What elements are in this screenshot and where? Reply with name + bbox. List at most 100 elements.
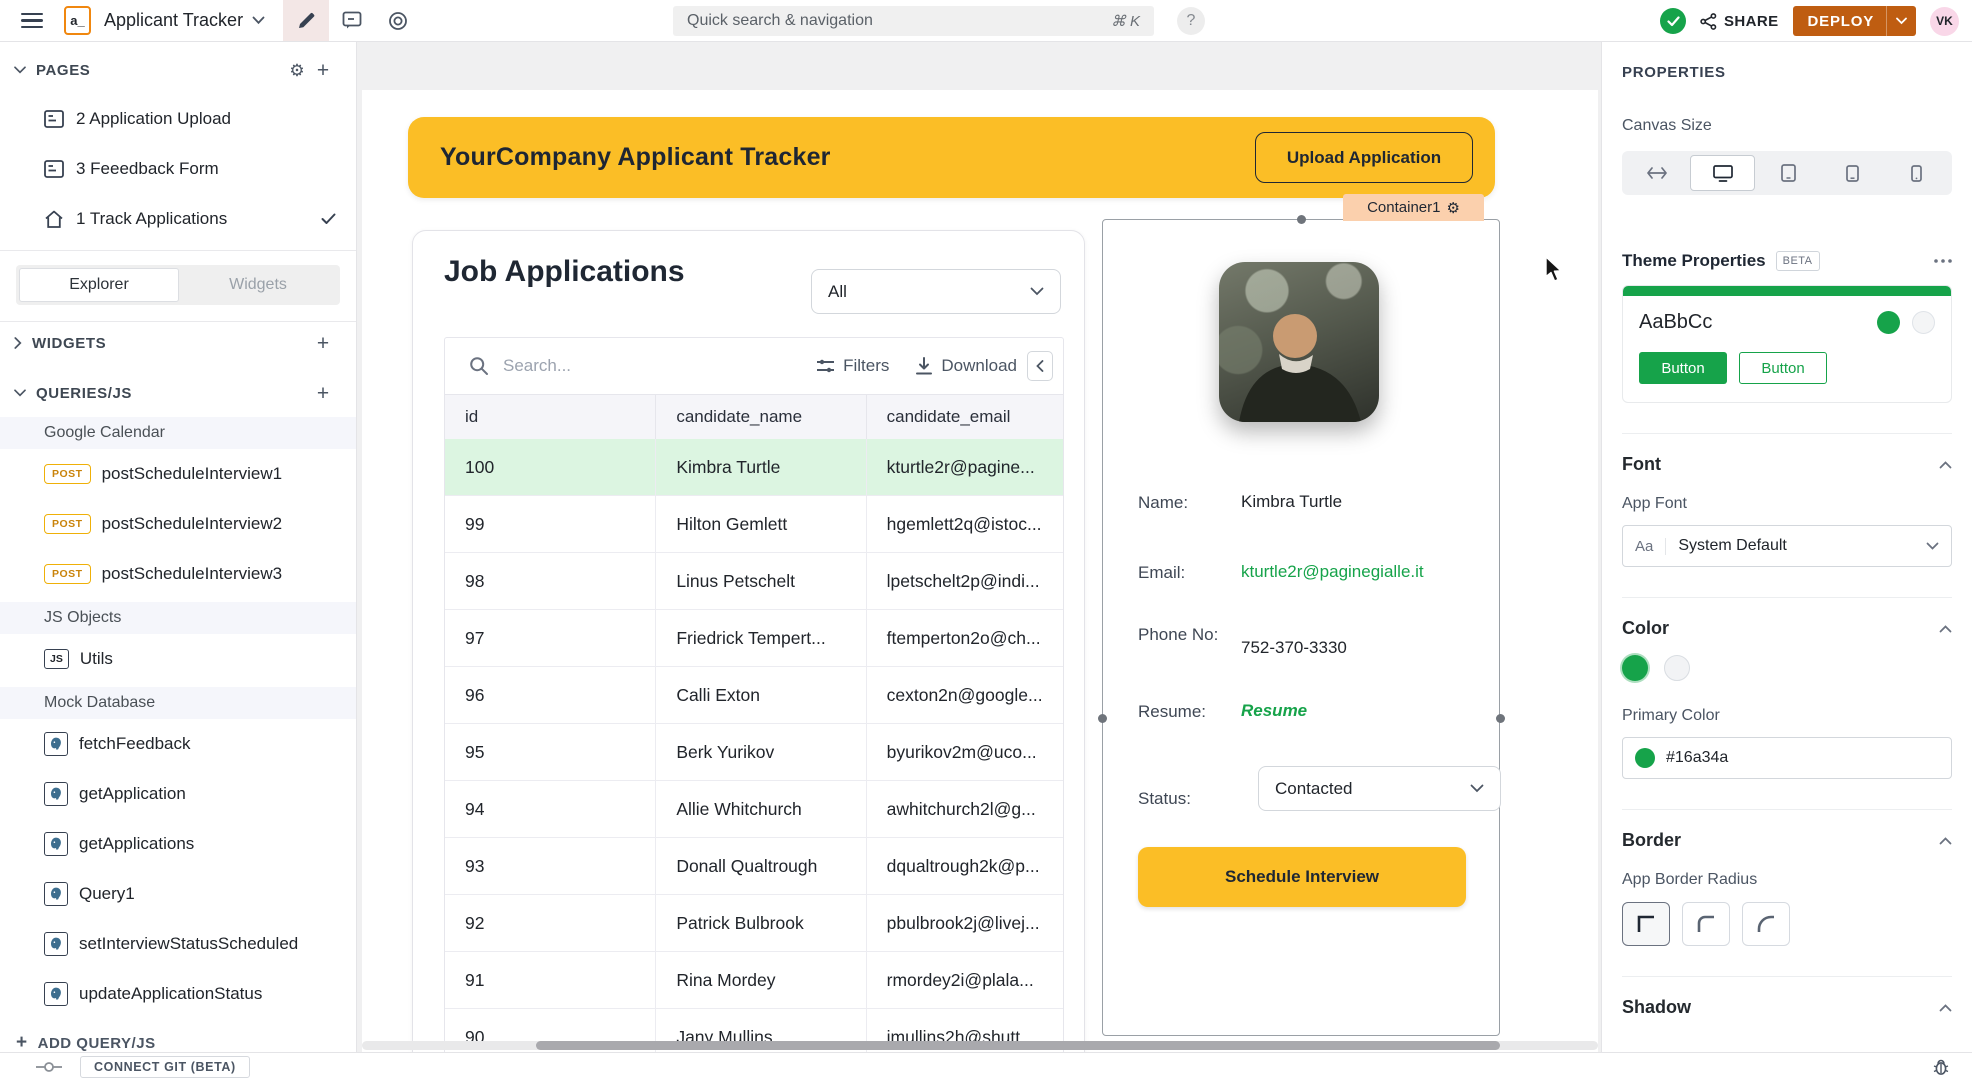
selected-widget-name-tag[interactable]: Container1 ⚙ (1343, 194, 1484, 221)
app-logo[interactable]: a_ (64, 6, 91, 35)
theme-secondary-color-dot[interactable] (1912, 311, 1935, 334)
widgets-section-header[interactable]: WIDGETS + (0, 322, 356, 364)
canvas-size-mobile-button[interactable] (1886, 155, 1948, 191)
candidate-detail-container[interactable]: Name: Kimbra Turtle Email: kturtle2r@pag… (1102, 219, 1500, 1036)
connect-git-button[interactable]: CONNECT GIT (BETA) (80, 1056, 250, 1078)
collapse-panel-button[interactable] (1027, 351, 1053, 381)
add-page-button[interactable]: + (310, 57, 336, 83)
quick-search-input[interactable]: Quick search & navigation ⌘ K (673, 6, 1154, 36)
table-cell[interactable]: Rina Mordey (656, 952, 866, 1008)
primary-color-input[interactable]: #16a34a (1622, 737, 1952, 779)
schedule-interview-button[interactable]: Schedule Interview (1138, 847, 1466, 907)
shadow-section-header[interactable]: Shadow (1622, 997, 1952, 1018)
resize-handle-top[interactable] (1297, 215, 1306, 224)
email-link[interactable]: kturtle2r@paginegialle.it (1241, 562, 1424, 585)
sidebar-page-feedback-form[interactable]: 3 Feeedback Form (0, 144, 356, 194)
border-radius-large-button[interactable] (1742, 902, 1790, 946)
column-header-candidate_name[interactable]: candidate_name (656, 395, 866, 439)
table-cell[interactable]: ftemperton2o@ch... (867, 610, 1063, 666)
app-header-banner[interactable]: YourCompany Applicant Tracker Upload App… (408, 117, 1495, 198)
query-group-header[interactable]: Google Calendar (0, 417, 356, 449)
table-cell[interactable]: 98 (445, 553, 656, 609)
table-cell[interactable]: dqualtrough2k@p... (867, 838, 1063, 894)
theme-button-filled-sample[interactable]: Button (1639, 352, 1727, 384)
tab-widgets[interactable]: Widgets (179, 268, 337, 302)
app-title-menu[interactable]: Applicant Tracker (104, 10, 265, 31)
table-row-95[interactable]: 95Berk Yurikovbyurikov2m@uco... (445, 724, 1063, 781)
query-item-Query1[interactable]: Query1 (0, 869, 356, 919)
pages-section-header[interactable]: PAGES ⚙ + (0, 52, 356, 88)
user-avatar[interactable]: VK (1930, 7, 1959, 36)
table-row-93[interactable]: 93Donall Qualtroughdqualtrough2k@p... (445, 838, 1063, 895)
query-item-updateApplicationStatus[interactable]: updateApplicationStatus (0, 969, 356, 1019)
resize-handle-left[interactable] (1098, 714, 1107, 723)
table-cell[interactable]: awhitchurch2l@g... (867, 781, 1063, 837)
app-font-select[interactable]: Aa System Default (1622, 525, 1952, 567)
table-cell[interactable]: 96 (445, 667, 656, 723)
query-item-postScheduleInterview2[interactable]: POSTpostScheduleInterview2 (0, 499, 356, 549)
query-group-header[interactable]: JS Objects (0, 602, 356, 634)
tab-explorer[interactable]: Explorer (19, 268, 179, 302)
table-cell[interactable]: Kimbra Turtle (656, 439, 866, 495)
table-filters-button[interactable]: Filters (816, 356, 889, 376)
debug-bug-icon[interactable] (1932, 1058, 1950, 1076)
table-cell[interactable]: hgemlett2q@istoc... (867, 496, 1063, 552)
theme-more-options-button[interactable] (1934, 259, 1952, 263)
secondary-color-dot[interactable] (1664, 655, 1690, 681)
table-cell[interactable]: Calli Exton (656, 667, 866, 723)
table-row-92[interactable]: 92Patrick Bulbrookpbulbrook2j@livej... (445, 895, 1063, 952)
comment-mode-button[interactable] (329, 0, 375, 41)
edit-mode-button[interactable] (283, 0, 329, 41)
query-item-getApplication[interactable]: getApplication (0, 769, 356, 819)
sidebar-page-track-applications[interactable]: 1 Track Applications (0, 194, 356, 244)
table-cell[interactable]: 92 (445, 895, 656, 951)
table-cell[interactable]: 97 (445, 610, 656, 666)
table-cell[interactable]: 95 (445, 724, 656, 780)
canvas-size-fluid-button[interactable] (1626, 155, 1688, 191)
table-cell[interactable]: Hilton Gemlett (656, 496, 866, 552)
table-row-100[interactable]: 100Kimbra Turtlekturtle2r@pagine... (445, 439, 1063, 496)
table-cell[interactable]: lpetschelt2p@indi... (867, 553, 1063, 609)
query-item-setInterviewStatusScheduled[interactable]: setInterviewStatusScheduled (0, 919, 356, 969)
table-cell[interactable]: Patrick Bulbrook (656, 895, 866, 951)
help-button[interactable]: ? (1177, 7, 1205, 35)
table-cell[interactable]: 99 (445, 496, 656, 552)
pages-settings-icon[interactable]: ⚙ (284, 57, 310, 83)
table-row-97[interactable]: 97Friedrick Tempert...ftemperton2o@ch... (445, 610, 1063, 667)
table-cell[interactable]: Linus Petschelt (656, 553, 866, 609)
primary-color-dot[interactable] (1622, 655, 1648, 681)
column-header-candidate_email[interactable]: candidate_email (867, 395, 1063, 439)
deploy-options-button[interactable] (1887, 17, 1916, 25)
add-widget-button[interactable]: + (310, 330, 336, 356)
table-row-94[interactable]: 94Allie Whitchurchawhitchurch2l@g... (445, 781, 1063, 838)
query-item-postScheduleInterview1[interactable]: POSTpostScheduleInterview1 (0, 449, 356, 499)
table-row-96[interactable]: 96Calli Extoncexton2n@google... (445, 667, 1063, 724)
share-button[interactable]: SHARE (1700, 13, 1779, 30)
widget-settings-gear-icon[interactable]: ⚙ (1446, 199, 1459, 217)
sidebar-page-application-upload[interactable]: 2 Application Upload (0, 94, 356, 144)
table-cell[interactable]: Allie Whitchurch (656, 781, 866, 837)
add-query-plus-button[interactable]: + (310, 380, 336, 406)
hamburger-menu-icon[interactable] (21, 13, 43, 29)
query-item-Utils[interactable]: JSUtils (0, 634, 356, 684)
table-row-98[interactable]: 98Linus Petscheltlpetschelt2p@indi... (445, 553, 1063, 610)
queries-section-header[interactable]: QUERIES/JS + (0, 372, 356, 414)
border-radius-sharp-button[interactable] (1622, 902, 1670, 946)
query-item-fetchFeedback[interactable]: fetchFeedback (0, 719, 356, 769)
table-search-input[interactable]: Search... (469, 356, 816, 376)
table-cell[interactable]: kturtle2r@pagine... (867, 439, 1063, 495)
border-section-header[interactable]: Border (1622, 830, 1952, 851)
table-row-91[interactable]: 91Rina Mordeyrmordey2i@plala... (445, 952, 1063, 1009)
color-section-header[interactable]: Color (1622, 618, 1952, 639)
table-cell[interactable]: byurikov2m@uco... (867, 724, 1063, 780)
column-header-id[interactable]: id (445, 395, 656, 439)
canvas-size-tablet-large-button[interactable] (1757, 155, 1819, 191)
table-cell[interactable]: Berk Yurikov (656, 724, 866, 780)
table-cell[interactable]: Friedrick Tempert... (656, 610, 866, 666)
table-cell[interactable]: 93 (445, 838, 656, 894)
query-group-header[interactable]: Mock Database (0, 687, 356, 719)
table-cell[interactable]: rmordey2i@plala... (867, 952, 1063, 1008)
deploy-button[interactable]: DEPLOY (1793, 6, 1916, 36)
table-cell[interactable]: pbulbrook2j@livej... (867, 895, 1063, 951)
upload-application-button[interactable]: Upload Application (1255, 132, 1473, 183)
